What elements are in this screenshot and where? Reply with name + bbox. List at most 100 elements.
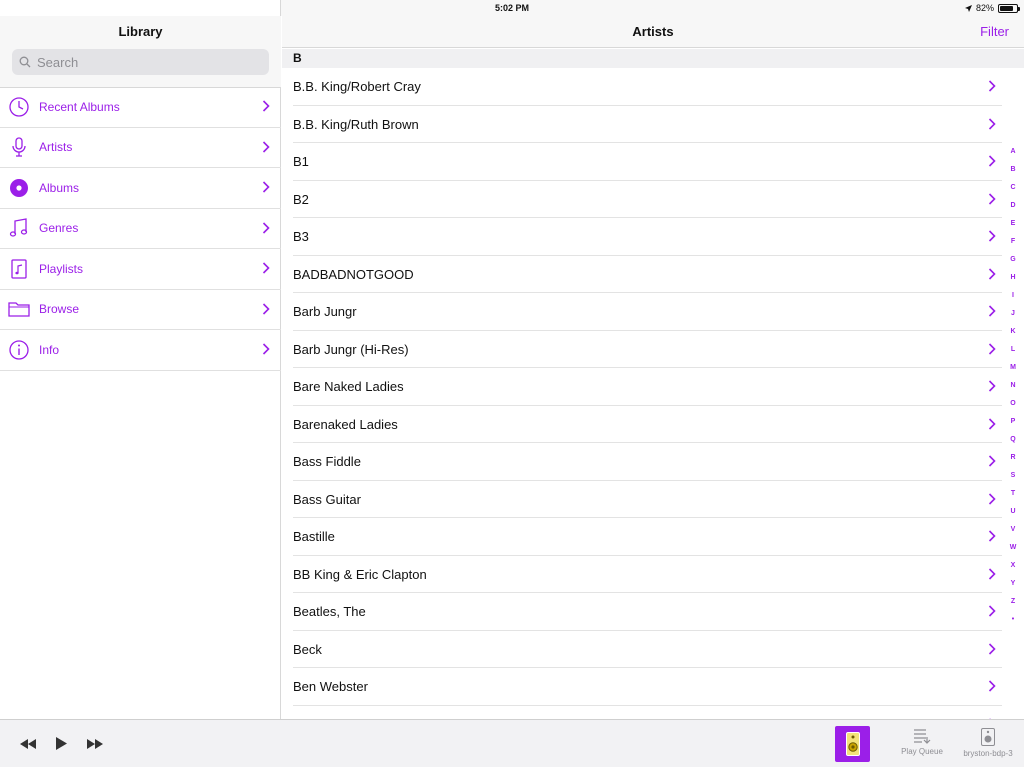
artist-name: B2 <box>293 191 309 207</box>
search-input[interactable] <box>37 54 247 70</box>
artist-name: Bass Guitar <box>293 491 361 507</box>
index-letter[interactable]: I <box>1012 290 1014 308</box>
index-letter[interactable]: Y <box>1011 578 1016 596</box>
index-letter[interactable]: A <box>1010 146 1015 164</box>
artist-row[interactable]: Barb Jungr <box>282 293 1024 331</box>
artist-row[interactable]: Beatles, The <box>282 593 1024 631</box>
index-letter[interactable]: U <box>1010 506 1015 524</box>
menu-item-artists[interactable]: Artists <box>0 128 281 168</box>
artist-name: Ben Webster <box>293 679 368 694</box>
index-letter[interactable]: Q <box>1010 434 1015 452</box>
chevron-right-icon <box>262 140 270 153</box>
search-icon <box>19 56 31 68</box>
chevron-right-icon <box>262 181 270 193</box>
player-bar: Play Queue bryston-bdp-3 <box>0 719 1024 767</box>
microphone-icon <box>8 136 30 158</box>
artist-name: Barb Jungr <box>293 304 357 319</box>
info-icon <box>8 339 30 361</box>
artist-name: B.B. King/Ruth Brown <box>293 116 419 132</box>
chevron-right-icon <box>988 567 996 580</box>
artist-row[interactable]: Barb Jungr (Hi-Res) <box>282 331 1024 369</box>
index-letter[interactable]: D <box>1010 200 1015 218</box>
index-letter[interactable]: N <box>1010 380 1015 398</box>
artist-row[interactable]: B.B. King/Ruth Brown <box>282 106 1024 144</box>
play-icon <box>56 737 67 750</box>
chevron-right-icon <box>262 221 270 234</box>
disc-icon <box>8 177 30 199</box>
artist-row[interactable]: B3 <box>282 218 1024 256</box>
artist-row[interactable]: Bass Guitar <box>282 481 1024 519</box>
chevron-right-icon <box>988 342 996 355</box>
index-letter[interactable]: V <box>1011 524 1016 542</box>
index-letter[interactable]: X <box>1011 560 1016 578</box>
index-letter[interactable]: B <box>1010 164 1015 182</box>
index-letter[interactable]: S <box>1011 470 1016 488</box>
index-letter[interactable]: O <box>1010 398 1015 416</box>
artist-row[interactable]: BADBADNOTGOOD <box>282 256 1024 294</box>
chevron-right-icon <box>262 100 270 112</box>
artist-name: Beck <box>293 641 322 657</box>
page-title: Artists <box>632 24 674 39</box>
clock-icon <box>8 96 30 118</box>
section-header: B <box>282 49 1024 68</box>
search-bar[interactable] <box>12 49 269 75</box>
index-letter[interactable]: J <box>1011 308 1015 326</box>
menu-item-albums[interactable]: Albums <box>0 168 281 209</box>
menu-item-browse[interactable]: Browse <box>0 290 281 330</box>
menu-item-label: Albums <box>39 180 80 195</box>
chevron-right-icon <box>988 380 996 392</box>
menu-item-label: Browse <box>39 302 80 317</box>
play-queue-tab[interactable]: Play Queue <box>892 728 952 756</box>
artist-row[interactable]: Bass Fiddle <box>282 443 1024 481</box>
index-letter[interactable]: L <box>1011 344 1015 362</box>
artist-name: Bastille <box>293 529 335 544</box>
artist-row[interactable]: BB King & Eric Clapton <box>282 556 1024 594</box>
index-letter[interactable]: H <box>1010 272 1015 290</box>
index-letter[interactable]: T <box>1011 488 1015 506</box>
filter-button[interactable]: Filter <box>980 24 1009 39</box>
index-letter[interactable]: P <box>1011 416 1016 434</box>
index-letter[interactable]: G <box>1010 254 1015 272</box>
index-letter[interactable]: • <box>1012 614 1014 632</box>
artist-row[interactable]: Ben Webster <box>282 668 1024 706</box>
next-button[interactable] <box>87 738 103 749</box>
artist-row[interactable]: Bastille <box>282 518 1024 556</box>
chevron-right-icon <box>988 642 996 655</box>
menu-item-recent-albums[interactable]: Recent Albums <box>0 87 281 128</box>
index-letter[interactable]: W <box>1010 542 1017 560</box>
artist-name: Bass Fiddle <box>293 454 361 469</box>
chevron-right-icon <box>988 155 996 167</box>
index-letter[interactable]: K <box>1010 326 1015 344</box>
artist-row[interactable]: B2 <box>282 181 1024 219</box>
chevron-right-icon <box>262 302 270 315</box>
artist-row[interactable]: Beck <box>282 631 1024 669</box>
index-letter[interactable]: M <box>1010 362 1016 380</box>
now-playing-speaker-button[interactable] <box>835 726 870 762</box>
menu-item-playlists[interactable]: Playlists <box>0 249 281 290</box>
chevron-right-icon <box>988 80 996 92</box>
artist-row[interactable]: B1 <box>282 143 1024 181</box>
artist-name: BADBADNOTGOOD <box>293 266 414 282</box>
alphabet-index[interactable]: A B C D E F G H I J K L M N O P Q R S T U V W X Y Z • <box>1005 146 1021 632</box>
index-letter[interactable]: F <box>1011 236 1015 254</box>
artist-name: B1 <box>293 154 309 169</box>
menu-item-info[interactable]: Info <box>0 330 281 371</box>
index-letter[interactable]: E <box>1011 218 1016 236</box>
artists-panel: Artists Filter B B.B. King/Robert Cray B.… <box>282 0 1024 719</box>
artist-list[interactable]: B.B. King/Robert Cray B.B. King/Ruth Brow… <box>282 68 1024 719</box>
play-button[interactable] <box>56 737 67 750</box>
artist-row[interactable]: Barenaked Ladies <box>282 406 1024 444</box>
chevron-right-icon <box>988 605 996 617</box>
artist-row[interactable]: Bare Naked Ladies <box>282 368 1024 406</box>
index-letter[interactable]: Z <box>1011 596 1015 614</box>
artist-row[interactable]: Benedict Weller <box>282 706 1024 719</box>
artist-name: BB King & Eric Clapton <box>293 566 427 582</box>
folder-icon <box>8 298 30 320</box>
device-tab[interactable]: bryston-bdp-3 <box>958 728 1018 758</box>
index-letter[interactable]: R <box>1010 452 1015 470</box>
menu-item-genres[interactable]: Genres <box>0 209 281 249</box>
previous-button[interactable] <box>20 738 36 749</box>
menu-item-label: Recent Albums <box>39 99 120 114</box>
artist-row[interactable]: B.B. King/Robert Cray <box>282 68 1024 106</box>
index-letter[interactable]: C <box>1010 182 1015 200</box>
